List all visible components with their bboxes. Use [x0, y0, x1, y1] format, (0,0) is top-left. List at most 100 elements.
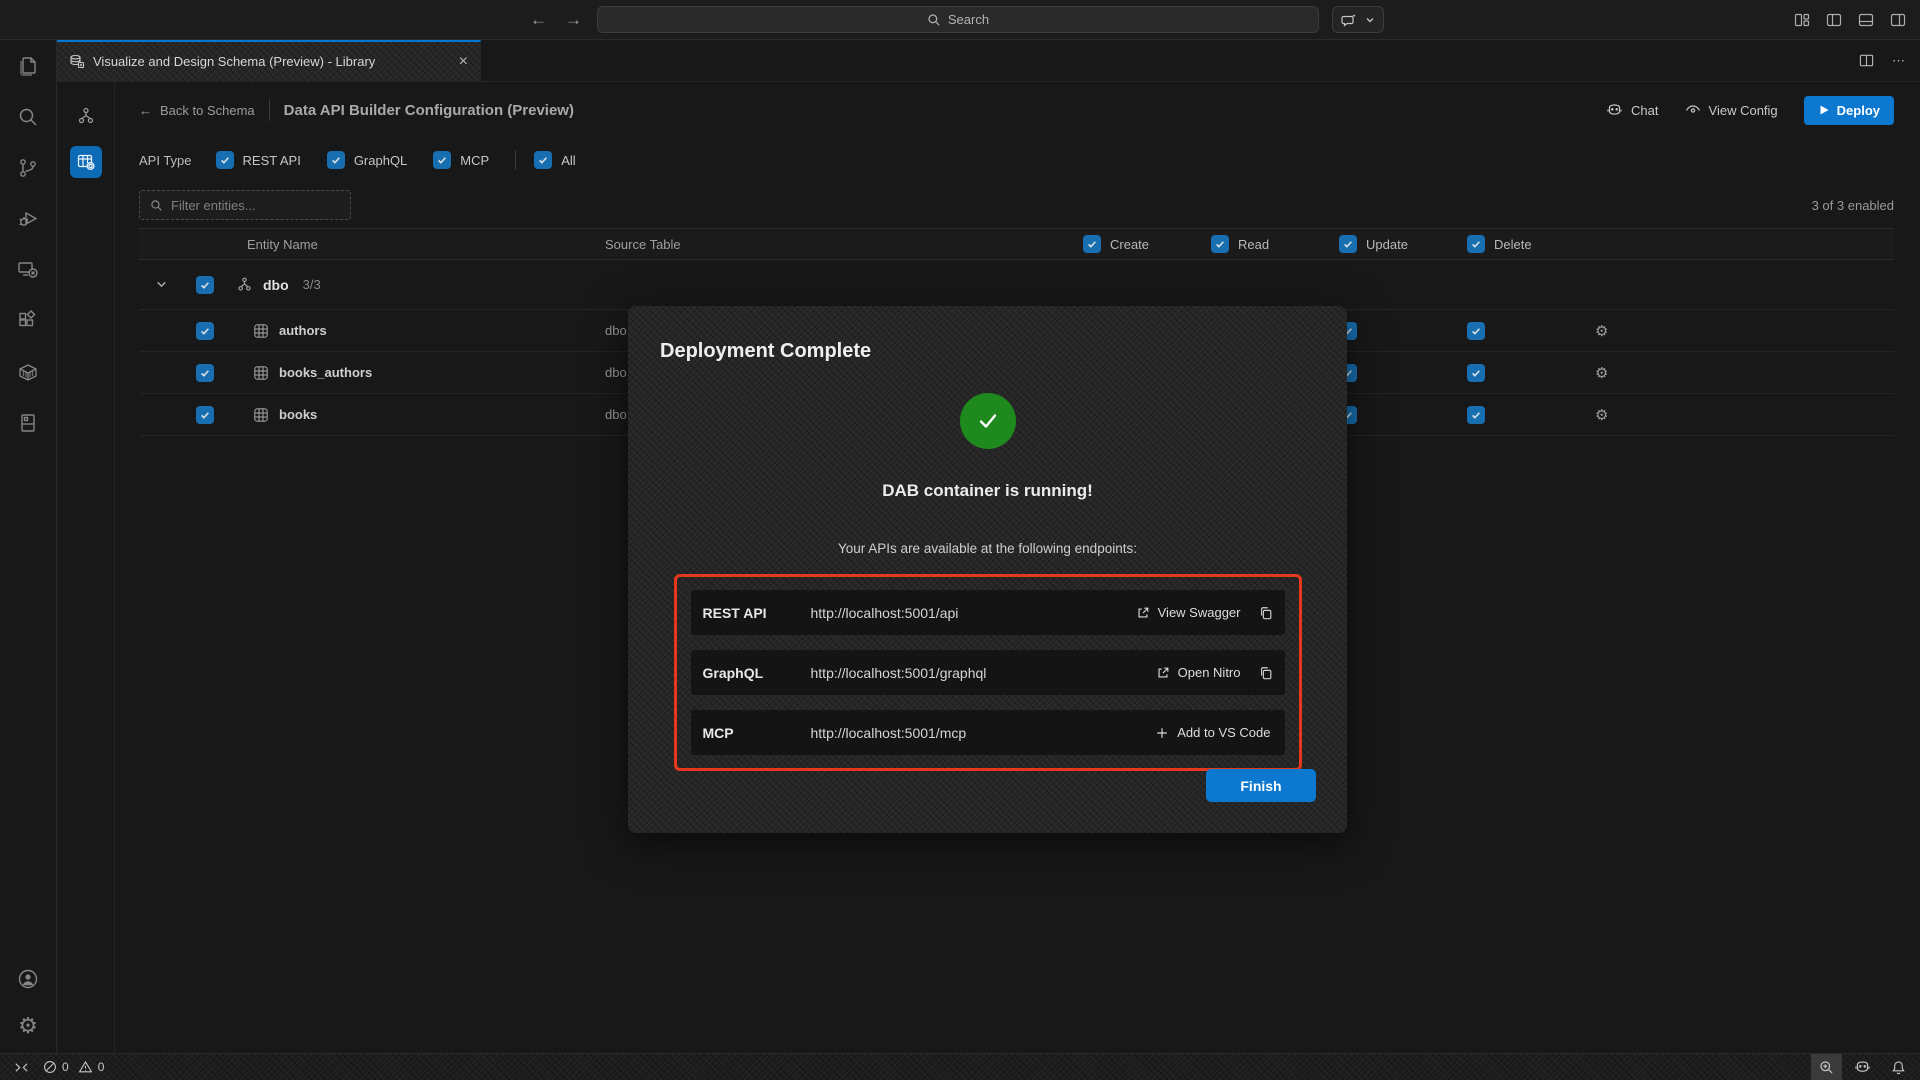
checkbox-all[interactable]: All — [534, 151, 575, 169]
endpoint-url: http://localhost:5001/api — [811, 605, 1136, 621]
problems-indicator[interactable]: 0 0 — [43, 1060, 104, 1074]
schema-diagram-view-icon[interactable] — [70, 100, 102, 132]
copy-icon[interactable] — [1259, 606, 1273, 620]
authors-settings-gear-icon[interactable]: ⚙ — [1595, 322, 1608, 340]
toggle-secondary-sidebar-icon[interactable] — [1890, 12, 1906, 28]
schema-group-row[interactable]: dbo 3/3 — [139, 260, 1894, 310]
customize-layout-icon[interactable] — [1794, 12, 1810, 28]
plus-icon — [1155, 726, 1169, 740]
remote-explorer-icon[interactable] — [16, 258, 40, 282]
delete-all-checkbox[interactable] — [1467, 235, 1485, 253]
graphql-endpoint-row: GraphQL http://localhost:5001/graphql Op… — [691, 650, 1285, 695]
checkbox-rest-api[interactable]: REST API — [216, 151, 301, 169]
split-editor-icon[interactable] — [1859, 53, 1874, 68]
zoom-indicator-icon[interactable] — [1811, 1054, 1842, 1080]
endpoint-url: http://localhost:5001/graphql — [811, 665, 1156, 681]
checkbox-mcp[interactable]: MCP — [433, 151, 489, 169]
update-header: Update — [1325, 235, 1453, 253]
filter-entities-field[interactable] — [171, 198, 340, 213]
account-icon[interactable] — [16, 967, 40, 991]
view-swagger-link[interactable]: View Swagger — [1136, 605, 1241, 620]
chevron-down-icon — [1365, 15, 1375, 25]
create-header: Create — [1069, 235, 1197, 253]
checkbox-graphql[interactable]: GraphQL — [327, 151, 407, 169]
finish-button[interactable]: Finish — [1206, 769, 1316, 802]
entity-name: authors — [279, 323, 327, 338]
containers-icon[interactable] — [16, 360, 40, 384]
success-check-icon — [960, 393, 1016, 449]
toggle-panel-icon[interactable] — [1858, 12, 1874, 28]
books-checkbox[interactable] — [196, 406, 214, 424]
deploy-button[interactable]: Deploy — [1804, 96, 1894, 125]
filter-row: 3 of 3 enabled — [139, 182, 1894, 228]
all-checkbox[interactable] — [534, 151, 552, 169]
back-arrow-icon[interactable]: ← — [530, 11, 547, 28]
api-config-view-icon[interactable] — [70, 146, 102, 178]
update-all-checkbox[interactable] — [1339, 235, 1357, 253]
search-icon — [927, 13, 941, 27]
copy-icon[interactable] — [1259, 666, 1273, 680]
search-view-icon[interactable] — [16, 105, 40, 129]
page-title: Data API Builder Configuration (Preview) — [284, 102, 574, 119]
notifications-bell-icon[interactable] — [1883, 1054, 1914, 1080]
create-all-checkbox[interactable] — [1083, 235, 1101, 253]
deploy-label: Deploy — [1837, 103, 1880, 118]
play-icon — [1818, 104, 1830, 116]
schema-designer-tab-icon — [69, 54, 85, 70]
mcp-endpoint-row: MCP http://localhost:5001/mcp Add to VS … — [691, 710, 1285, 755]
extensions-icon[interactable] — [16, 309, 40, 333]
search-placeholder: Search — [948, 12, 989, 27]
endpoint-label: GraphQL — [703, 665, 811, 681]
copilot-menu-button[interactable] — [1332, 6, 1384, 33]
entity-name: books — [279, 407, 317, 422]
title-bar: ← → Search — [0, 0, 1920, 40]
tab-visualize-design-schema[interactable]: Visualize and Design Schema (Preview) - … — [57, 40, 481, 81]
rest-api-checkbox[interactable] — [216, 151, 234, 169]
remote-indicator-icon[interactable] — [14, 1060, 29, 1075]
add-to-vscode-link[interactable]: Add to VS Code — [1155, 725, 1270, 740]
delete-header: Delete — [1453, 235, 1581, 253]
api-type-label: API Type — [139, 153, 192, 168]
books-authors-checkbox[interactable] — [196, 364, 214, 382]
database-projects-icon[interactable] — [16, 411, 40, 435]
chat-button[interactable]: Chat — [1606, 102, 1658, 119]
external-link-icon — [1156, 666, 1170, 680]
page-header: ← Back to Schema Data API Builder Config… — [139, 82, 1894, 138]
more-actions-icon[interactable]: ⋯ — [1892, 53, 1906, 69]
entity-name-header: Entity Name — [227, 237, 599, 252]
read-all-checkbox[interactable] — [1211, 235, 1229, 253]
explorer-icon[interactable] — [16, 54, 40, 78]
filter-entities-input[interactable] — [139, 190, 351, 220]
endpoints-panel: REST API http://localhost:5001/api View … — [674, 574, 1302, 771]
rest-api-label: REST API — [243, 153, 301, 168]
enabled-summary: 3 of 3 enabled — [1812, 198, 1894, 213]
endpoint-label: REST API — [703, 605, 811, 621]
mcp-label: MCP — [460, 153, 489, 168]
toggle-primary-sidebar-icon[interactable] — [1826, 12, 1842, 28]
tab-close-icon[interactable]: × — [459, 53, 468, 71]
view-config-button[interactable]: View Config — [1685, 102, 1778, 118]
run-debug-icon[interactable] — [16, 207, 40, 231]
open-nitro-link[interactable]: Open Nitro — [1156, 665, 1241, 680]
copilot-status-icon[interactable] — [1846, 1054, 1879, 1080]
books-settings-gear-icon[interactable]: ⚙ — [1595, 406, 1608, 424]
source-control-icon[interactable] — [16, 156, 40, 180]
authors-delete-checkbox[interactable] — [1467, 322, 1485, 340]
error-count: 0 — [62, 1060, 69, 1074]
api-type-divider — [515, 150, 516, 170]
schema-icon — [236, 276, 253, 293]
tab-title: Visualize and Design Schema (Preview) - … — [93, 54, 375, 69]
authors-checkbox[interactable] — [196, 322, 214, 340]
collapse-chevron-icon[interactable] — [139, 278, 183, 291]
settings-gear-icon[interactable]: ⚙ — [18, 1013, 38, 1039]
back-to-schema-link[interactable]: ← Back to Schema — [139, 103, 255, 118]
errors-icon — [43, 1060, 57, 1074]
books-delete-checkbox[interactable] — [1467, 406, 1485, 424]
graphql-checkbox[interactable] — [327, 151, 345, 169]
books-authors-settings-gear-icon[interactable]: ⚙ — [1595, 364, 1608, 382]
mcp-checkbox[interactable] — [433, 151, 451, 169]
dbo-group-checkbox[interactable] — [196, 276, 214, 294]
global-search-input[interactable]: Search — [597, 6, 1319, 33]
forward-arrow-icon[interactable]: → — [565, 11, 582, 28]
books-authors-delete-checkbox[interactable] — [1467, 364, 1485, 382]
